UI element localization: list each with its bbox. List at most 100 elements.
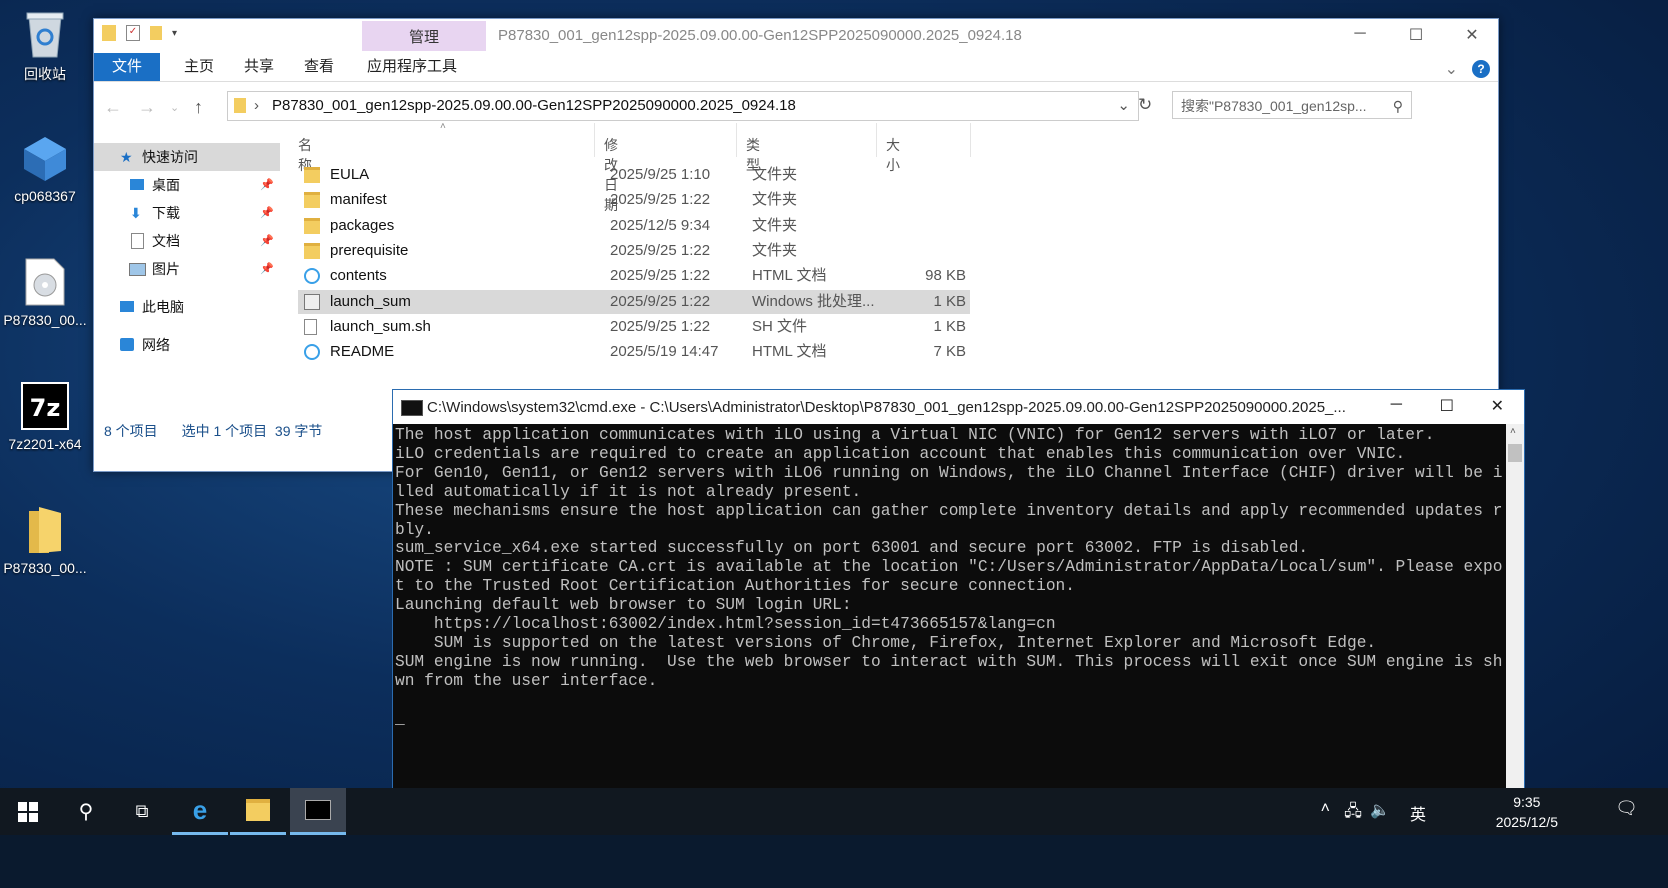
ime-indicator[interactable]: 英 xyxy=(1410,801,1426,825)
close-button[interactable]: ✕ xyxy=(1452,25,1492,45)
file-row[interactable]: packages 2025/12/5 9:34 文件夹 xyxy=(298,214,970,238)
folder-icon xyxy=(304,167,320,183)
refresh-icon[interactable]: ↻ xyxy=(1138,95,1152,115)
file-row[interactable]: README 2025/5/19 14:47 HTML 文档 7 KB xyxy=(298,340,970,364)
nav-network[interactable]: 网络 xyxy=(94,331,280,359)
scroll-up-icon[interactable]: ˄ xyxy=(1510,426,1516,437)
cmd-title: C:\Windows\system32\cmd.exe - C:\Users\A… xyxy=(427,399,1346,416)
svg-text:7z: 7z xyxy=(30,394,61,422)
tab-home[interactable]: 主页 xyxy=(174,53,224,81)
recycle-bin-icon xyxy=(19,8,71,60)
expand-ribbon-icon[interactable]: ⌄ xyxy=(1445,59,1458,79)
nav-quick-access[interactable]: ★ 快速访问 xyxy=(94,143,280,171)
desktop-icon-disc-image[interactable]: P87830_00... xyxy=(0,256,93,328)
close-button[interactable]: ✕ xyxy=(1491,396,1504,416)
forward-icon[interactable]: → xyxy=(138,97,156,118)
pin-icon[interactable]: 📌 xyxy=(260,199,274,227)
minimize-button[interactable]: ─ xyxy=(1391,396,1402,414)
desktop-icon-recycle-bin[interactable]: 回收站 xyxy=(0,8,93,84)
file-row[interactable]: launch_sum.sh 2025/9/25 1:22 SH 文件 1 KB xyxy=(298,315,970,339)
search-icon: ⚲ xyxy=(1392,98,1403,114)
desktop-icon-label: P87830_00... xyxy=(3,312,87,328)
search-input[interactable]: 搜索"P87830_001_gen12sp... ⚲ xyxy=(1172,91,1412,119)
task-view-icon: ⧉ xyxy=(135,801,149,821)
tab-application-tools[interactable]: 应用程序工具 xyxy=(354,53,470,81)
batch-file-icon xyxy=(304,293,320,310)
pin-icon[interactable]: 📌 xyxy=(260,171,274,199)
up-icon[interactable]: ↑ xyxy=(194,97,203,118)
html-file-icon xyxy=(304,268,320,285)
column-divider[interactable] xyxy=(594,123,595,157)
cmd-icon xyxy=(305,800,331,820)
task-view-button[interactable]: ⧉ xyxy=(114,788,170,835)
recent-locations-icon[interactable]: ⌄ xyxy=(170,101,179,114)
network-status-icon[interactable]: 🖧 xyxy=(1344,800,1362,827)
address-path: P87830_001_gen12spp-2025.09.00.00-Gen12S… xyxy=(272,97,796,114)
nav-pictures[interactable]: 图片 📌 xyxy=(94,255,280,283)
desktop-icon-cp068367[interactable]: cp068367 xyxy=(0,132,93,204)
search-button[interactable]: ⚲ xyxy=(58,788,114,835)
file-explorer-icon xyxy=(246,799,270,821)
nav-downloads[interactable]: ⬇ 下载 📌 xyxy=(94,199,280,227)
tab-file[interactable]: 文件 xyxy=(94,53,160,81)
maximize-button[interactable]: ☐ xyxy=(1440,396,1454,416)
cmd-icon xyxy=(401,400,423,416)
console-output[interactable]: The host application communicates with i… xyxy=(395,426,1503,788)
nav-label: 网络 xyxy=(142,337,170,353)
file-type: 文件夹 xyxy=(752,241,798,259)
show-hidden-icons-icon[interactable]: ˄ xyxy=(1321,800,1330,818)
desktop-icon-label: P87830_00... xyxy=(3,560,87,576)
taskbar-internet-explorer[interactable]: e xyxy=(172,788,228,835)
desktop-icon-folder[interactable]: P87830_00... xyxy=(0,504,93,576)
minimize-button[interactable]: ─ xyxy=(1340,25,1380,43)
scrollbar-thumb[interactable] xyxy=(1508,444,1522,462)
properties-icon[interactable]: ✓ xyxy=(126,25,140,41)
taskbar-cmd[interactable] xyxy=(290,788,346,835)
folder-icon xyxy=(304,192,320,209)
column-divider[interactable] xyxy=(970,123,971,157)
nav-this-pc[interactable]: 此电脑 xyxy=(94,293,280,321)
notification-icon[interactable]: 🗨 xyxy=(1615,798,1638,819)
back-icon[interactable]: ← xyxy=(104,97,122,118)
windows-logo-icon xyxy=(18,801,38,822)
desktop-icon-7zip[interactable]: 7z 7z2201-x64 xyxy=(0,380,93,452)
file-date: 2025/9/25 1:22 xyxy=(610,241,711,259)
file-name: prerequisite xyxy=(330,241,409,259)
start-button[interactable] xyxy=(0,788,56,835)
tab-share[interactable]: 共享 xyxy=(234,53,284,81)
nav-label: 文档 xyxy=(152,233,180,249)
tab-view[interactable]: 查看 xyxy=(294,53,344,81)
nav-documents[interactable]: 文档 📌 xyxy=(94,227,280,255)
file-row[interactable]: launch_sum 2025/9/25 1:22 Windows 批处理... 1 … xyxy=(298,289,970,314)
nav-label: 此电脑 xyxy=(142,299,184,315)
file-type: HTML 文档 xyxy=(752,267,827,285)
maximize-button[interactable]: ☐ xyxy=(1396,25,1436,45)
file-row[interactable]: prerequisite 2025/9/25 1:22 文件夹 xyxy=(298,239,970,263)
column-divider[interactable] xyxy=(736,123,737,157)
folder-icon[interactable] xyxy=(102,25,116,41)
chevron-down-icon[interactable]: ⌄ xyxy=(1117,92,1130,120)
file-size: 1 KB xyxy=(933,292,966,310)
nav-desktop[interactable]: 桌面 📌 xyxy=(94,171,280,199)
pin-icon[interactable]: 📌 xyxy=(260,227,274,255)
column-divider[interactable] xyxy=(876,123,877,157)
help-icon[interactable]: ? xyxy=(1472,60,1490,78)
file-date: 2025/9/25 1:22 xyxy=(610,292,711,310)
chevron-right-icon[interactable]: › xyxy=(254,92,259,120)
vertical-scrollbar[interactable]: ˄ xyxy=(1506,424,1524,790)
taskbar-file-explorer[interactable] xyxy=(230,788,286,835)
clock[interactable]: 9:35 2025/12/5 xyxy=(1496,792,1558,832)
file-row[interactable]: manifest 2025/9/25 1:22 文件夹 xyxy=(298,188,970,212)
ribbon-context-tab-manage[interactable]: 管理 xyxy=(362,21,486,51)
ribbon-right-controls: ⌄ ? xyxy=(1445,59,1490,79)
customize-qat-icon[interactable]: ▾ xyxy=(172,28,177,39)
address-bar[interactable]: › P87830_001_gen12spp-2025.09.00.00-Gen1… xyxy=(227,91,1139,121)
search-placeholder: 搜索"P87830_001_gen12sp... xyxy=(1181,98,1367,114)
pin-icon[interactable]: 📌 xyxy=(260,255,274,283)
file-row[interactable]: contents 2025/9/25 1:22 HTML 文档 98 KB xyxy=(298,264,970,288)
volume-muted-icon[interactable]: 🔈 xyxy=(1370,800,1390,820)
command-prompt-window: C:\Windows\system32\cmd.exe - C:\Users\A… xyxy=(392,389,1525,791)
new-folder-icon[interactable] xyxy=(150,26,162,40)
disc-image-icon xyxy=(19,256,71,308)
file-row[interactable]: EULA 2025/9/25 1:10 文件夹 xyxy=(298,163,970,187)
